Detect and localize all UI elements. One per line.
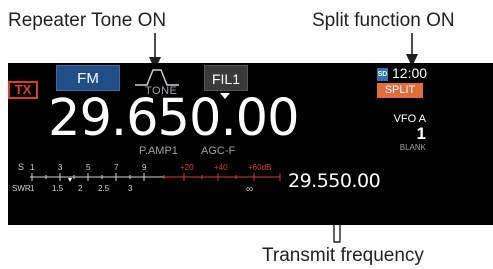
mode-button[interactable]: FM: [56, 65, 120, 91]
s-scale-5: 5: [86, 163, 91, 172]
meter-pointer-icon: [68, 178, 72, 182]
s-meter: S 1 3 5 7 9 +20 +40 +60dB SWR 1 1.5 2 2.…: [12, 162, 281, 195]
s-scale-plus40: +40: [214, 163, 228, 172]
memory-name: BLANK: [399, 143, 426, 152]
s-scale-plus20: +20: [180, 163, 194, 172]
clock: 12:00: [392, 65, 428, 81]
swr-scale-2-5: 2.5: [98, 184, 110, 193]
swr-scale-1-5: 1.5: [52, 184, 64, 193]
filter-button[interactable]: FIL1: [204, 65, 248, 91]
radio-display: TX FM TONE FIL1 SD 12:00 SPLIT 29.650.00…: [8, 63, 493, 225]
transmit-frequency-callout: Transmit frequency: [262, 245, 424, 266]
main-frequency[interactable]: 29.650.00: [48, 91, 300, 147]
repeater-tone-callout: Repeater Tone ON: [8, 10, 167, 31]
split-indicator[interactable]: SPLIT: [377, 83, 423, 98]
repeater-tone-icon: [135, 69, 179, 86]
sd-card-icon: SD: [377, 68, 388, 81]
s-scale-plus60: +60dB: [248, 163, 271, 172]
s-label: S: [18, 162, 24, 172]
transmit-frequency[interactable]: 29.550.00: [288, 169, 381, 193]
swr-scale-infinity: ∞: [246, 184, 253, 195]
tx-indicator: TX: [8, 81, 38, 99]
swr-scale-2: 2: [78, 184, 83, 193]
tuning-step-caret-icon: [220, 93, 230, 99]
s-scale-7: 7: [114, 163, 119, 172]
preamp-indicator: P.AMP1: [139, 145, 178, 157]
split-function-callout: Split function ON: [312, 10, 455, 31]
memory-channel-number: 1: [416, 124, 426, 143]
agc-indicator: AGC-F: [201, 145, 236, 157]
swr-scale-3: 3: [128, 184, 133, 193]
swr-label: SWR: [12, 184, 31, 193]
s-scale-9: 9: [142, 163, 147, 172]
s-scale-1: 1: [30, 163, 35, 172]
s-scale-3: 3: [58, 163, 63, 172]
swr-scale-1: 1: [30, 184, 35, 193]
